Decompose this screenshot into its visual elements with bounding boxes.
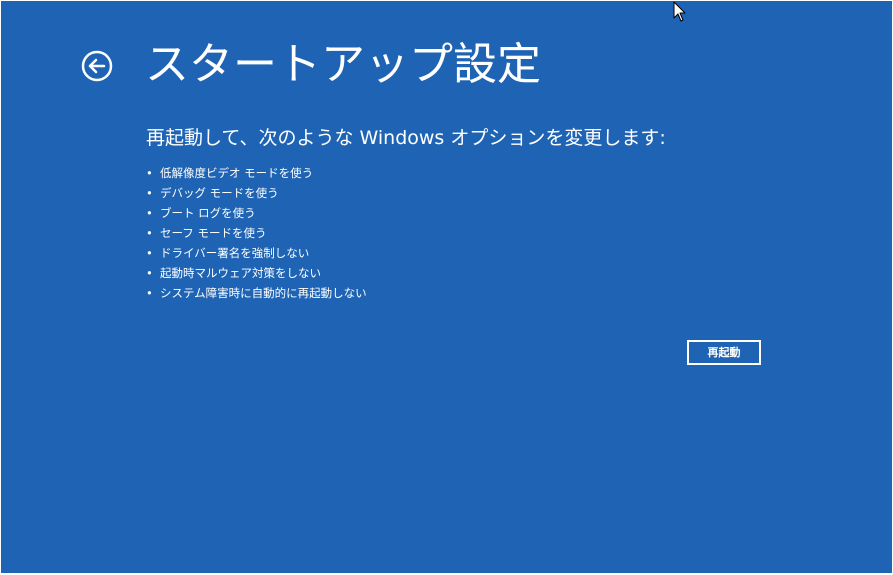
option-text: ブート ログを使う — [160, 206, 256, 220]
startup-settings-screen: スタートアップ設定 再起動して、次のような Windows オプションを変更しま… — [1, 1, 892, 573]
option-text: 起動時マルウェア対策をしない — [160, 266, 321, 280]
bullet: • — [146, 286, 153, 300]
page-title: スタートアップ設定 — [145, 39, 541, 90]
list-item: • デバッグ モードを使う — [146, 183, 367, 203]
back-button[interactable] — [81, 50, 113, 82]
option-text: デバッグ モードを使う — [160, 186, 279, 200]
option-text: セーフ モードを使う — [160, 226, 267, 240]
list-item: • 起動時マルウェア対策をしない — [146, 263, 367, 283]
bullet: • — [146, 206, 153, 220]
restart-button[interactable]: 再起動 — [687, 340, 761, 365]
list-item: • 低解像度ビデオ モードを使う — [146, 163, 367, 183]
option-text: 低解像度ビデオ モードを使う — [160, 166, 314, 180]
option-text: ドライバー署名を強制しない — [160, 246, 310, 260]
list-item: • セーフ モードを使う — [146, 223, 367, 243]
bullet: • — [146, 226, 153, 240]
subtitle: 再起動して、次のような Windows オプションを変更します: — [146, 127, 666, 149]
mouse-pointer-icon — [673, 1, 687, 23]
options-list: • 低解像度ビデオ モードを使う • デバッグ モードを使う • ブート ログを使う … — [146, 163, 367, 303]
list-item: • システム障害時に自動的に再起動しない — [146, 283, 367, 303]
bullet: • — [146, 166, 153, 180]
bullet: • — [146, 186, 153, 200]
list-item: • ブート ログを使う — [146, 203, 367, 223]
bullet: • — [146, 246, 153, 260]
option-text: システム障害時に自動的に再起動しない — [160, 286, 367, 300]
list-item: • ドライバー署名を強制しない — [146, 243, 367, 263]
bullet: • — [146, 266, 153, 280]
back-arrow-icon — [81, 50, 113, 82]
